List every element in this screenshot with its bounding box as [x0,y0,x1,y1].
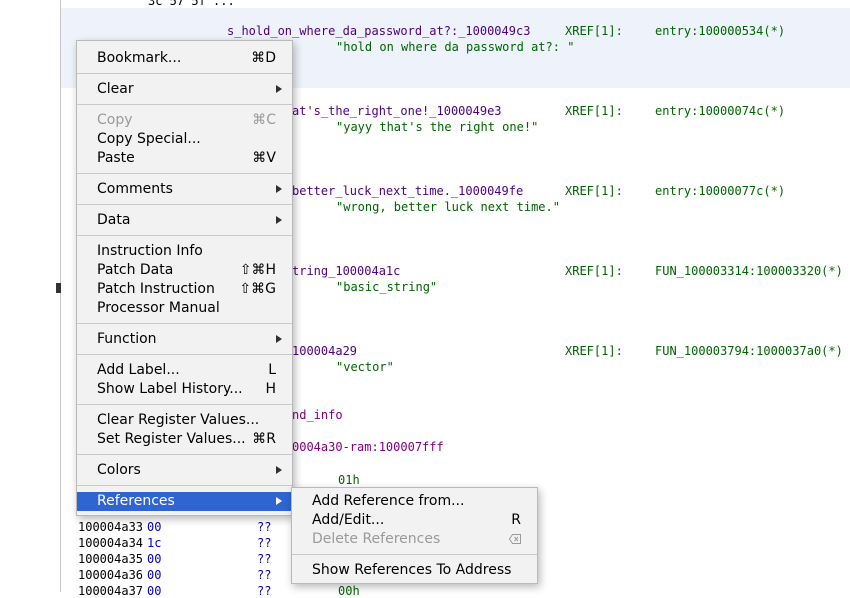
xref-label: XREF[1]: [565,344,623,358]
menu-item-add-label[interactable]: Add Label... L [77,361,292,380]
data-value: 01h [338,473,360,487]
xref-label: XREF[1]: [565,264,623,278]
menu-item-colors[interactable]: Colors [77,461,292,480]
row-address[interactable]: 100004a34 [78,536,143,550]
xref-label: XREF[1]: [565,184,623,198]
row-bytes: 00 [147,584,162,598]
row-value: ?? [257,568,272,582]
string-value: "vector" [336,360,394,374]
section-label[interactable]: nd_info [292,408,343,422]
menu-separator [77,73,292,74]
menu-item-clear[interactable]: Clear [77,80,292,99]
row-bytes: 00 [147,520,162,534]
xref-reference[interactable]: entry:10000077c(*) [655,184,785,198]
menu-separator [77,235,292,236]
menu-item-comments[interactable]: Comments [77,180,292,199]
submenu-arrow-icon [276,185,282,193]
xref-label: XREF[1]: [565,24,623,38]
menu-item-paste[interactable]: Paste ⌘V [77,149,292,168]
row-bytes: 00 [147,552,162,566]
string-label[interactable]: tring_100004a1c [292,264,400,278]
delete-key-icon [509,534,521,544]
context-menu: Bookmark... ⌘D Clear Copy ⌘C Copy Specia… [76,40,293,516]
menu-separator [292,554,537,555]
menu-item-patch-data[interactable]: Patch Data ⇧⌘H [77,261,292,280]
menu-separator [77,354,292,355]
row-address[interactable]: 100004a36 [78,568,143,582]
row-value: ?? [257,520,272,534]
string-value: "yayy that's the right one!" [336,120,539,134]
submenu-arrow-icon [276,216,282,224]
submenu-item-delete-references[interactable]: Delete References [292,530,537,549]
row-address[interactable]: 100004a35 [78,552,143,566]
string-value: "basic_string" [336,280,438,294]
menu-item-data[interactable]: Data [77,211,292,230]
menu-item-references[interactable]: References [77,492,292,511]
string-value: "hold on where da password at?: " [336,40,575,54]
xref-reference[interactable]: entry:10000074c(*) [655,104,785,118]
menu-separator [77,323,292,324]
menu-item-function[interactable]: Function [77,330,292,349]
submenu-arrow-icon [276,85,282,93]
margin-marker [56,283,61,293]
memory-range: 0004a30-ram:100007fff [292,440,444,454]
row-value: ?? [257,584,272,598]
xref-reference[interactable]: FUN_100003314:100003320(*) [655,264,843,278]
references-submenu: Add Reference from... Add/Edit... R Dele… [291,487,538,584]
menu-item-processor-manual[interactable]: Processor Manual [77,299,292,318]
menu-separator [77,104,292,105]
row-bytes: 00 [147,568,162,582]
string-label[interactable]: s_hold_on_where_da_password_at?:_1000049… [227,24,530,38]
menu-item-clear-register-values[interactable]: Clear Register Values... [77,411,292,430]
menu-item-show-label-history[interactable]: Show Label History... H [77,380,292,399]
submenu-item-show-references-to-address[interactable]: Show References To Address [292,561,537,580]
data-value: 00h [338,584,360,598]
xref-reference[interactable]: FUN_100003794:1000037a0(*) [655,344,843,358]
string-value: "wrong, better luck next time." [336,200,560,214]
xref-reference[interactable]: entry:100000534(*) [655,24,785,38]
menu-item-patch-instruction[interactable]: Patch Instruction ⇧⌘G [77,280,292,299]
menu-item-instruction-info[interactable]: Instruction Info [77,242,292,261]
row-address[interactable]: 100004a37 [78,584,143,598]
string-label[interactable]: 100004a29 [292,344,357,358]
menu-separator [77,173,292,174]
menu-separator [77,204,292,205]
string-label[interactable]: at's_the_right_one!_1000049e3 [292,104,502,118]
row-address[interactable]: 100004a33 [78,520,143,534]
menu-separator [77,404,292,405]
menu-separator [77,454,292,455]
submenu-item-add-edit[interactable]: Add/Edit... R [292,511,537,530]
row-value: ?? [257,536,272,550]
submenu-arrow-icon [276,335,282,343]
row-value: ?? [257,552,272,566]
string-label[interactable]: better_luck_next_time._1000049fe [292,184,523,198]
menu-item-set-register-values[interactable]: Set Register Values... ⌘R [77,430,292,449]
menu-item-bookmark[interactable]: Bookmark... ⌘D [77,49,292,68]
xref-label: XREF[1]: [565,104,623,118]
row-bytes: 1c [147,536,162,550]
submenu-arrow-icon [276,497,282,505]
menu-item-copy[interactable]: Copy ⌘C [77,111,292,130]
menu-separator [77,485,292,486]
listing-top-partial: 3c 57 5f ... [148,0,235,8]
submenu-item-add-reference-from[interactable]: Add Reference from... [292,492,537,511]
listing-gutter [60,0,61,592]
submenu-arrow-icon [276,466,282,474]
menu-item-copy-special[interactable]: Copy Special... [77,130,292,149]
